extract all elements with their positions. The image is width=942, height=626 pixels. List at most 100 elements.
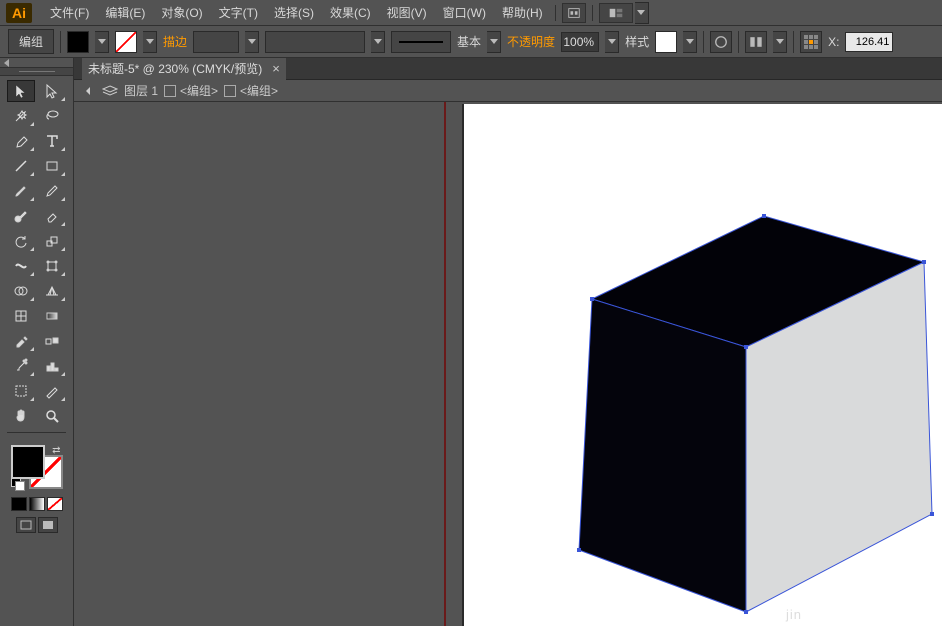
stroke-profile-label: 基本 bbox=[457, 33, 481, 50]
breadcrumb-layer[interactable]: 图层 1 bbox=[124, 82, 158, 99]
line-tool[interactable] bbox=[7, 155, 35, 177]
hand-tool[interactable] bbox=[7, 405, 35, 427]
opacity-dropdown[interactable] bbox=[605, 31, 619, 53]
opacity-field[interactable]: 100% bbox=[561, 32, 599, 52]
selection-tool[interactable] bbox=[7, 80, 35, 102]
menu-effect[interactable]: 效果(C) bbox=[322, 0, 379, 25]
swap-fill-stroke-icon[interactable]: ⇄ bbox=[52, 445, 60, 456]
column-graph-tool[interactable] bbox=[38, 355, 66, 377]
lasso-tool[interactable] bbox=[38, 105, 66, 127]
draw-mode-icon[interactable] bbox=[16, 517, 36, 533]
pen-tool[interactable] bbox=[7, 130, 35, 152]
arrange-docs-icon[interactable] bbox=[599, 3, 633, 23]
perspective-grid-tool[interactable] bbox=[38, 280, 66, 302]
panel-collapse-icon[interactable] bbox=[0, 58, 73, 68]
default-fill-stroke-icon[interactable] bbox=[11, 477, 25, 491]
panel-grip[interactable] bbox=[0, 68, 73, 76]
separator bbox=[555, 5, 556, 21]
graphic-style-dropdown[interactable] bbox=[683, 31, 697, 53]
document-tab[interactable]: 未标题-5* @ 230% (CMYK/预览) × bbox=[82, 58, 286, 80]
fill-box[interactable] bbox=[11, 445, 45, 479]
stroke-profile-preview[interactable] bbox=[391, 31, 451, 53]
screen-mode-icon[interactable] bbox=[38, 517, 58, 533]
symbol-sprayer-tool[interactable] bbox=[7, 355, 35, 377]
stroke-dropdown[interactable] bbox=[143, 31, 157, 53]
shape-builder-tool[interactable] bbox=[7, 280, 35, 302]
close-tab-icon[interactable]: × bbox=[272, 61, 280, 76]
separator bbox=[592, 5, 593, 21]
transform-anchor-icon[interactable] bbox=[800, 31, 822, 53]
breadcrumb-group-2[interactable]: <编组> bbox=[224, 82, 278, 99]
scale-tool[interactable] bbox=[38, 230, 66, 252]
canvas[interactable]: jin bbox=[74, 102, 942, 626]
direct-selection-tool[interactable] bbox=[38, 80, 66, 102]
graphic-style-swatch[interactable] bbox=[655, 31, 677, 53]
menu-type[interactable]: 文字(T) bbox=[211, 0, 266, 25]
color-mode-gradient[interactable] bbox=[29, 497, 45, 511]
separator bbox=[793, 31, 794, 53]
stroke-profile-dropdown[interactable] bbox=[487, 31, 501, 53]
align-dropdown[interactable] bbox=[773, 31, 787, 53]
layers-icon bbox=[102, 84, 118, 98]
menu-window[interactable]: 窗口(W) bbox=[435, 0, 494, 25]
style-label: 样式 bbox=[625, 33, 649, 50]
align-icon[interactable] bbox=[745, 31, 767, 53]
control-bar: 编组 描边 基本 不透明度 100% 样式 X: 126.41 bbox=[0, 26, 942, 58]
x-value-field[interactable]: 126.41 bbox=[845, 32, 893, 52]
menu-select[interactable]: 选择(S) bbox=[266, 0, 322, 25]
color-mode-none[interactable] bbox=[47, 497, 63, 511]
document-tab-bar: 未标题-5* @ 230% (CMYK/预览) × bbox=[74, 58, 942, 80]
screen-mode-row bbox=[16, 517, 58, 533]
stroke-weight-field[interactable] bbox=[193, 31, 239, 53]
artboard-tool[interactable] bbox=[7, 380, 35, 402]
selection-type-label: 编组 bbox=[8, 29, 54, 54]
breadcrumb-group-label: <编组> bbox=[180, 82, 218, 99]
magic-wand-tool[interactable] bbox=[7, 105, 35, 127]
workspace: ⇄ 未标题-5* @ 230% (CMYK/预览) × 图层 1 bbox=[0, 58, 942, 626]
menu-edit[interactable]: 编辑(E) bbox=[97, 0, 153, 25]
gradient-tool[interactable] bbox=[38, 305, 66, 327]
fill-dropdown[interactable] bbox=[95, 31, 109, 53]
fill-swatch[interactable] bbox=[67, 31, 89, 53]
document-tab-title: 未标题-5* @ 230% (CMYK/预览) bbox=[88, 60, 262, 77]
color-mode-solid[interactable] bbox=[11, 497, 27, 511]
pencil-tool[interactable] bbox=[38, 180, 66, 202]
blob-brush-tool[interactable] bbox=[7, 205, 35, 227]
opacity-label[interactable]: 不透明度 bbox=[507, 33, 555, 50]
brush-def-field[interactable] bbox=[265, 31, 365, 53]
eyedropper-tool[interactable] bbox=[7, 330, 35, 352]
free-transform-tool[interactable] bbox=[38, 255, 66, 277]
arrange-docs-dropdown[interactable] bbox=[635, 2, 649, 24]
menu-object[interactable]: 对象(O) bbox=[153, 0, 210, 25]
mesh-tool[interactable] bbox=[7, 305, 35, 327]
blend-tool[interactable] bbox=[38, 330, 66, 352]
brush-def-dropdown[interactable] bbox=[371, 31, 385, 53]
separator bbox=[7, 432, 66, 433]
stroke-weight-dropdown[interactable] bbox=[245, 31, 259, 53]
separator bbox=[738, 31, 739, 53]
stroke-swatch[interactable] bbox=[115, 31, 137, 53]
menu-file[interactable]: 文件(F) bbox=[42, 0, 97, 25]
menu-help[interactable]: 帮助(H) bbox=[494, 0, 551, 25]
breadcrumb-back-icon[interactable] bbox=[80, 83, 96, 99]
watermark: jin bbox=[786, 607, 802, 622]
menu-bar: Ai 文件(F) 编辑(E) 对象(O) 文字(T) 选择(S) 效果(C) 视… bbox=[0, 0, 942, 26]
bridge-icon[interactable] bbox=[562, 3, 586, 23]
type-tool[interactable] bbox=[38, 130, 66, 152]
menu-view[interactable]: 视图(V) bbox=[379, 0, 435, 25]
breadcrumb-layer-label: 图层 1 bbox=[124, 82, 158, 99]
app-logo: Ai bbox=[6, 3, 32, 23]
width-tool[interactable] bbox=[7, 255, 35, 277]
stroke-label[interactable]: 描边 bbox=[163, 33, 187, 50]
brush-tool[interactable] bbox=[7, 180, 35, 202]
recolor-icon[interactable] bbox=[710, 31, 732, 53]
zoom-tool[interactable] bbox=[38, 405, 66, 427]
slice-tool[interactable] bbox=[38, 380, 66, 402]
breadcrumb-group-label: <编组> bbox=[240, 82, 278, 99]
breadcrumb-group-1[interactable]: <编组> bbox=[164, 82, 218, 99]
rectangle-tool[interactable] bbox=[38, 155, 66, 177]
fill-stroke-control[interactable]: ⇄ bbox=[9, 443, 65, 491]
eraser-tool[interactable] bbox=[38, 205, 66, 227]
rotate-tool[interactable] bbox=[7, 230, 35, 252]
document-area: 未标题-5* @ 230% (CMYK/预览) × 图层 1 <编组> <编组> bbox=[74, 58, 942, 626]
